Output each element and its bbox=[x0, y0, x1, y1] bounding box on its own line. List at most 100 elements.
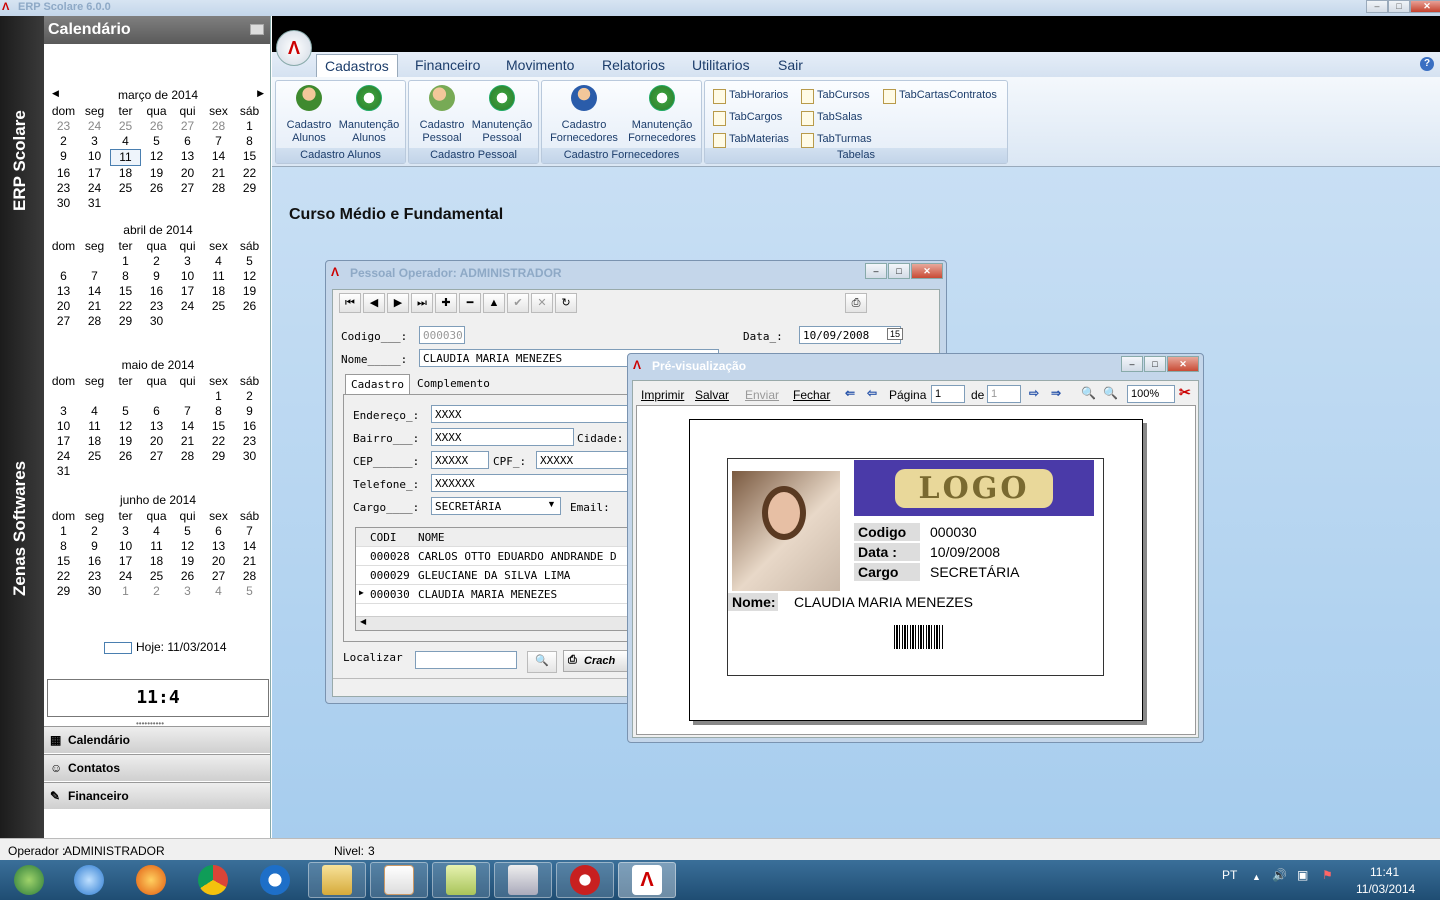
calendar-day[interactable]: 29 bbox=[203, 449, 234, 464]
calendar-day[interactable]: 5 bbox=[141, 134, 172, 149]
cpf-field[interactable]: XXXXX bbox=[536, 451, 631, 469]
close-button[interactable]: ✕ bbox=[1410, 0, 1440, 13]
maximize-button[interactable]: □ bbox=[888, 263, 910, 279]
close-button[interactable]: ✕ bbox=[911, 263, 943, 279]
calendar-day[interactable]: 7 bbox=[172, 404, 203, 419]
calendar-day[interactable]: 16 bbox=[234, 419, 265, 434]
telefone-field[interactable]: XXXXXX bbox=[431, 474, 631, 492]
close-button[interactable]: ✕ bbox=[1167, 356, 1199, 372]
calendar-day[interactable]: 12 bbox=[141, 149, 172, 166]
calendar-day[interactable]: 5 bbox=[234, 584, 265, 599]
calendar-day[interactable]: 19 bbox=[172, 554, 203, 569]
calendar-day[interactable]: 6 bbox=[172, 134, 203, 149]
calendar-day[interactable]: 1 bbox=[110, 254, 141, 269]
cep-field[interactable]: XXXXX bbox=[431, 451, 489, 469]
calendar-day[interactable]: 26 bbox=[172, 569, 203, 584]
calendar-day[interactable]: 3 bbox=[110, 524, 141, 539]
table-row[interactable]: 000029 GLEUCIANE DA SILVA LIMA bbox=[356, 566, 634, 585]
calendar-day[interactable]: 23 bbox=[48, 181, 79, 196]
calendar-day[interactable]: 15 bbox=[203, 419, 234, 434]
calendar-day[interactable]: 2 bbox=[234, 389, 265, 404]
taskbar-app-red[interactable] bbox=[556, 862, 614, 898]
first-record-button[interactable]: ⏮ bbox=[339, 293, 361, 313]
calendar-day[interactable]: 6 bbox=[141, 404, 172, 419]
calendar-day[interactable]: 23 bbox=[48, 119, 79, 134]
calendar-day[interactable]: 22 bbox=[203, 434, 234, 449]
last-record-button[interactable]: ⏭ bbox=[411, 293, 433, 313]
calendar-day[interactable]: 9 bbox=[141, 269, 172, 284]
calendar-day[interactable]: 31 bbox=[79, 196, 110, 211]
last-page-icon[interactable]: ⇒ bbox=[1051, 386, 1061, 400]
taskbar-firefox[interactable] bbox=[122, 862, 180, 898]
imprimir-button[interactable]: Imprimir bbox=[641, 388, 684, 402]
tab-cadastro[interactable]: Cadastro bbox=[345, 374, 410, 394]
calendar-day[interactable]: 2 bbox=[48, 134, 79, 149]
salvar-button[interactable]: Salvar bbox=[695, 388, 729, 402]
action-center-icon[interactable]: ⚑ bbox=[1322, 868, 1333, 882]
nav-calendario[interactable]: ▦ Calendário bbox=[44, 726, 270, 753]
calendar-day[interactable]: 17 bbox=[48, 434, 79, 449]
calendar-day[interactable]: 4 bbox=[110, 134, 141, 149]
calendar-day[interactable]: 6 bbox=[48, 269, 79, 284]
taskbar-notes[interactable] bbox=[432, 862, 490, 898]
calendar-day[interactable]: 9 bbox=[79, 539, 110, 554]
calendar-day[interactable]: 2 bbox=[79, 524, 110, 539]
next-record-button[interactable]: ▶ bbox=[387, 293, 409, 313]
calendar-day[interactable]: 28 bbox=[172, 449, 203, 464]
calendar-day[interactable]: 15 bbox=[48, 554, 79, 569]
taskbar-erp-scolare[interactable]: Ʌ bbox=[618, 862, 676, 898]
calendar-day[interactable]: 7 bbox=[203, 134, 234, 149]
calendar-day[interactable]: 4 bbox=[141, 524, 172, 539]
calendar-day[interactable]: 11 bbox=[141, 539, 172, 554]
calendar-day[interactable]: 3 bbox=[172, 584, 203, 599]
calendar-day[interactable]: 29 bbox=[48, 584, 79, 599]
page-input[interactable]: 1 bbox=[931, 385, 965, 403]
table-row[interactable]: 000028 CARLOS OTTO EDUARDO ANDRANDE D bbox=[356, 547, 634, 566]
calendar-day[interactable]: 28 bbox=[234, 569, 265, 584]
taskbar-media[interactable] bbox=[370, 862, 428, 898]
tab-cartas-contratos-button[interactable]: TabCartasContratos bbox=[881, 89, 997, 104]
calendar-day[interactable]: 8 bbox=[110, 269, 141, 284]
calendar-day[interactable]: 17 bbox=[79, 166, 110, 181]
tab-cursos-button[interactable]: TabCursos bbox=[799, 89, 870, 104]
calendar-day[interactable]: 10 bbox=[79, 149, 110, 166]
fechar-button[interactable]: Fechar bbox=[793, 388, 830, 402]
calendar-day[interactable]: 20 bbox=[48, 299, 79, 314]
calendar-day[interactable]: 25 bbox=[141, 569, 172, 584]
calendar-day[interactable]: 24 bbox=[110, 569, 141, 584]
calendar-day[interactable]: 19 bbox=[141, 166, 172, 181]
calendar-day[interactable]: 1 bbox=[48, 524, 79, 539]
minimize-button[interactable]: – bbox=[865, 263, 887, 279]
calendar-day[interactable]: 10 bbox=[110, 539, 141, 554]
calendar-day[interactable]: 8 bbox=[48, 539, 79, 554]
tab-complemento[interactable]: Complemento bbox=[417, 377, 490, 390]
calendar-day[interactable]: 3 bbox=[48, 404, 79, 419]
calendar-day[interactable]: 1 bbox=[203, 389, 234, 404]
tab-turmas-button[interactable]: TabTurmas bbox=[799, 133, 872, 148]
prev-record-button[interactable]: ◀ bbox=[363, 293, 385, 313]
calendar-day[interactable]: 28 bbox=[79, 314, 110, 329]
cadastro-fornecedores-button[interactable]: Cadastro Fornecedores bbox=[546, 85, 622, 145]
calendar-day[interactable]: 3 bbox=[79, 134, 110, 149]
calendar-day[interactable]: 24 bbox=[79, 119, 110, 134]
zoom-field[interactable]: 100% bbox=[1127, 385, 1175, 403]
calendar-day[interactable]: 21 bbox=[203, 166, 234, 181]
calendar-day[interactable]: 28 bbox=[203, 181, 234, 196]
refresh-button[interactable]: ↻ bbox=[555, 293, 577, 313]
language-indicator[interactable]: PT bbox=[1222, 868, 1237, 882]
edit-record-button[interactable]: ▲ bbox=[483, 293, 505, 313]
calendar-day[interactable]: 24 bbox=[79, 181, 110, 196]
cadastro-pessoal-button[interactable]: Cadastro Pessoal bbox=[414, 85, 470, 145]
calendar-day[interactable]: 27 bbox=[203, 569, 234, 584]
calendar-day[interactable]: 5 bbox=[110, 404, 141, 419]
calendar-day[interactable]: 11 bbox=[110, 149, 141, 166]
calendar-day[interactable]: 25 bbox=[110, 119, 141, 134]
calendar-day[interactable]: 30 bbox=[79, 584, 110, 599]
data-field[interactable]: 10/09/2008 bbox=[799, 326, 901, 344]
search-icon[interactable]: 🔍 bbox=[527, 651, 557, 673]
calendar-day[interactable]: 31 bbox=[48, 464, 79, 479]
manutencao-alunos-button[interactable]: Manutenção Alunos bbox=[336, 85, 402, 145]
calendar-day[interactable]: 18 bbox=[110, 166, 141, 181]
endereco-field[interactable]: XXXX bbox=[431, 405, 631, 423]
taskbar-calculator[interactable] bbox=[494, 862, 552, 898]
